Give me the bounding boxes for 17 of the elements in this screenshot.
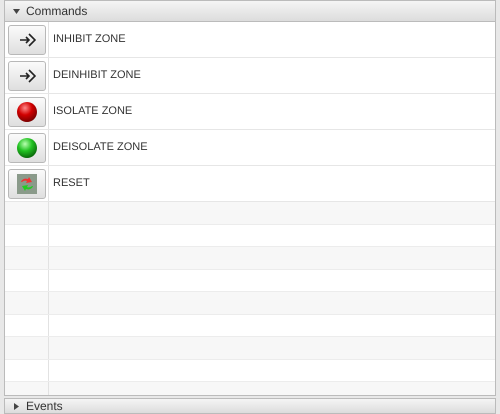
command-button[interactable] (8, 24, 46, 54)
enter-arrow-icon (18, 66, 36, 84)
ball-icon (16, 136, 38, 158)
expand-icon (13, 402, 20, 410)
panel-header[interactable]: Events (4, 398, 496, 414)
collapse-icon (13, 8, 20, 14)
command-button[interactable] (8, 60, 46, 90)
command-label: ISOLATE ZONE (53, 104, 132, 120)
refresh-icon (16, 174, 36, 194)
enter-arrow-icon (18, 30, 36, 48)
command-label: RESET (53, 176, 90, 192)
command-label: INHIBIT ZONE (53, 32, 126, 48)
command-label: DEISOLATE ZONE (53, 140, 148, 156)
command-label: DEINHIBIT ZONE (53, 68, 141, 84)
panel-header[interactable]: Commands (4, 0, 496, 22)
ball-icon (16, 100, 38, 122)
command-button[interactable] (8, 96, 46, 126)
